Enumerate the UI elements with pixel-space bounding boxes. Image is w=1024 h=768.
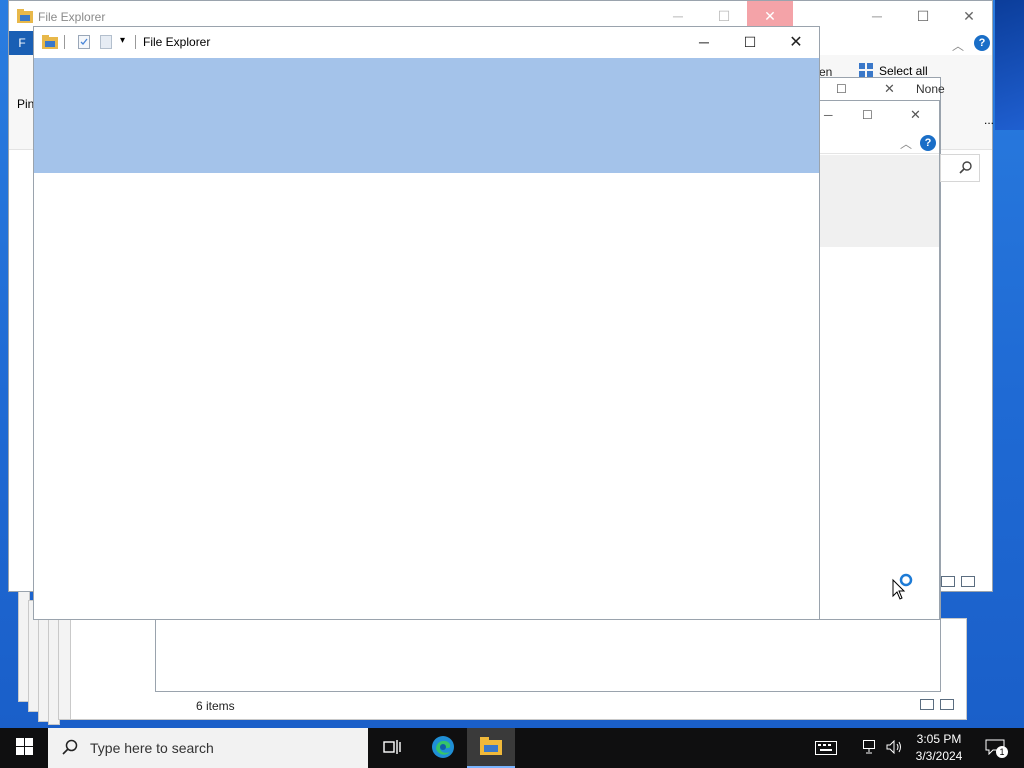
new-folder-icon[interactable] xyxy=(100,35,112,52)
ribbon-area xyxy=(818,155,939,247)
notification-badge: 1 xyxy=(996,746,1008,758)
select-none-label[interactable]: None xyxy=(916,82,945,96)
volume-icon xyxy=(886,739,904,757)
content-area[interactable] xyxy=(34,173,819,619)
collapse-ribbon-icon[interactable]: ︿ xyxy=(952,37,964,54)
clock-time: 3:05 PM xyxy=(916,732,962,746)
details-view-icon[interactable] xyxy=(941,576,955,587)
close-button[interactable]: ✕ xyxy=(884,81,895,97)
status-bar: 6 items xyxy=(182,692,966,718)
minimize-button[interactable]: ─ xyxy=(824,108,833,122)
ribbon-placeholder-band xyxy=(34,58,819,173)
touch-keyboard-button[interactable] xyxy=(806,728,846,768)
edge-taskbar-button[interactable] xyxy=(419,728,467,768)
edge-icon xyxy=(431,735,455,762)
ribbon-more-label[interactable]: ... xyxy=(984,113,994,127)
file-explorer-icon xyxy=(480,736,502,758)
select-all-button[interactable]: Select all xyxy=(879,64,928,78)
properties-icon[interactable] xyxy=(78,35,90,52)
close-button[interactable]: ✕ xyxy=(910,107,921,123)
maximize-button[interactable]: ☐ xyxy=(727,27,773,57)
minimize-button[interactable]: ─ xyxy=(854,1,900,31)
volume-button[interactable] xyxy=(880,728,910,768)
maximize-button[interactable]: ☐ xyxy=(836,82,847,96)
action-center-button[interactable]: 1 xyxy=(976,728,1016,768)
close-button[interactable]: ✕ xyxy=(773,27,819,57)
search-placeholder: Type here to search xyxy=(90,740,214,756)
collapse-ribbon-icon[interactable]: ︿ xyxy=(900,135,912,152)
search-icon xyxy=(62,739,78,758)
file-explorer-taskbar-button[interactable] xyxy=(467,728,515,768)
large-icons-view-icon[interactable] xyxy=(940,699,954,710)
minimize-button[interactable]: ─ xyxy=(681,27,727,57)
folder-icon xyxy=(17,9,33,26)
windows-logo-icon xyxy=(15,738,33,758)
maximize-button[interactable]: ☐ xyxy=(862,108,873,122)
network-icon xyxy=(863,739,879,757)
clock-date: 3/3/2024 xyxy=(915,749,963,763)
keyboard-icon xyxy=(815,741,837,755)
notification-icon: 1 xyxy=(985,739,1008,758)
front-window-titlebar[interactable]: ▾ File Explorer ─ ☐ ✕ xyxy=(34,27,819,57)
folder-icon xyxy=(42,35,58,52)
search-box[interactable] xyxy=(940,154,980,182)
customize-quick-access-icon[interactable]: ▾ xyxy=(120,35,125,46)
details-view-icon[interactable] xyxy=(920,699,934,710)
start-button[interactable] xyxy=(0,728,48,768)
large-icons-view-icon[interactable] xyxy=(961,576,975,587)
help-icon[interactable]: ? xyxy=(974,35,990,51)
view-toggle-icons[interactable] xyxy=(920,699,954,710)
file-tab[interactable]: F xyxy=(9,31,35,55)
clock[interactable]: 3:05 PM 3/3/2024 xyxy=(910,731,968,765)
task-view-icon xyxy=(383,739,401,758)
task-view-button[interactable] xyxy=(368,728,416,768)
busy-cursor-icon xyxy=(892,572,918,603)
search-icon[interactable] xyxy=(959,160,973,177)
view-toggle-icons[interactable] xyxy=(941,576,975,587)
file-tab-label: F xyxy=(18,36,26,50)
help-icon[interactable]: ? xyxy=(920,135,936,151)
maximize-button[interactable]: ☐ xyxy=(900,1,946,31)
title-separator xyxy=(135,35,136,49)
taskbar: Type here to search 3:05 PM 3/3/2024 1 xyxy=(0,728,1024,768)
front-explorer-window[interactable]: ▾ File Explorer ─ ☐ ✕ xyxy=(33,26,820,620)
qat-separator xyxy=(64,35,65,49)
desktop-wallpaper-accent xyxy=(995,0,1024,130)
close-button[interactable]: ✕ xyxy=(946,1,992,31)
back-window-title: File Explorer xyxy=(38,10,106,24)
window-title: File Explorer xyxy=(143,35,211,49)
item-count: 6 items xyxy=(196,699,235,713)
pin-label[interactable]: Pin xyxy=(17,97,34,111)
taskbar-search-box[interactable]: Type here to search xyxy=(48,728,368,768)
back-explorer-window-3[interactable]: ☐ ✕ ─ ︿ ? xyxy=(818,100,940,620)
